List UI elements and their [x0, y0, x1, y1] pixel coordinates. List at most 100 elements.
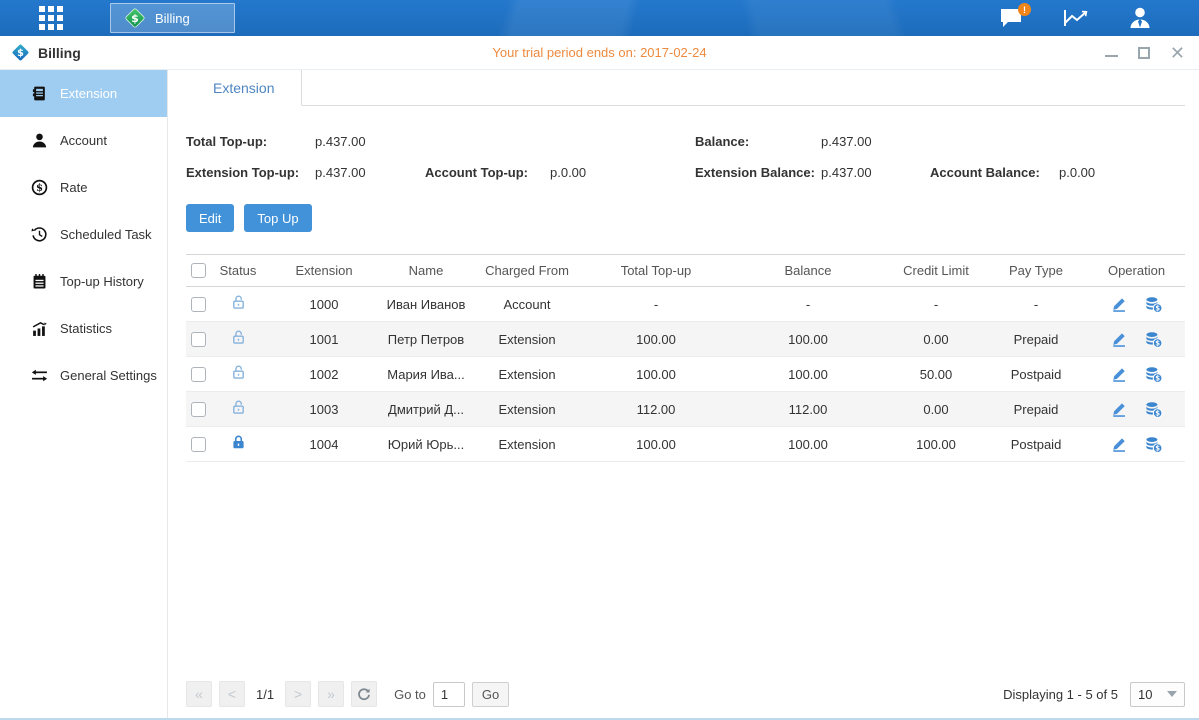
select-all-checkbox[interactable]: [191, 263, 206, 278]
extension-balance-value: p.437.00: [821, 165, 930, 180]
billing-diamond-icon: $: [123, 6, 147, 30]
edit-icon[interactable]: [1110, 331, 1128, 348]
sidebar-item-label: Statistics: [60, 321, 112, 336]
cell-charged-from: Account: [470, 287, 584, 322]
cell-pay-type: -: [984, 287, 1088, 322]
lock-open-icon: [230, 399, 247, 416]
general-settings-icon: [30, 367, 48, 384]
tab-strip: Extension: [186, 70, 1185, 106]
row-checkbox[interactable]: [191, 402, 206, 417]
rate-icon: $: [30, 179, 48, 196]
cell-charged-from: Extension: [470, 357, 584, 392]
cell-total-topup: 100.00: [584, 322, 728, 357]
first-page-button[interactable]: «: [186, 681, 212, 707]
main-panel: Extension Total Top-up: p.437.00 Balance…: [168, 70, 1199, 718]
cell-charged-from: Extension: [470, 427, 584, 462]
sidebar-item-label: Account: [60, 133, 107, 148]
topup-icon[interactable]: $: [1144, 401, 1163, 418]
cell-name: Дмитрий Д...: [382, 392, 470, 427]
topup-icon[interactable]: $: [1144, 331, 1163, 348]
edit-icon[interactable]: [1110, 366, 1128, 383]
cell-name: Юрий Юрь...: [382, 427, 470, 462]
account-balance-value: p.0.00: [1059, 165, 1185, 180]
page-size-select[interactable]: 10: [1130, 682, 1185, 707]
topup-icon[interactable]: $: [1144, 296, 1163, 313]
col-charged-from: Charged From: [470, 255, 584, 287]
top-bar: $ Billing !: [0, 0, 1199, 36]
last-page-button[interactable]: »: [318, 681, 344, 707]
row-checkbox[interactable]: [191, 367, 206, 382]
sidebar-item-rate[interactable]: $ Rate: [0, 164, 167, 211]
row-checkbox[interactable]: [191, 332, 206, 347]
taskbar-tab-billing[interactable]: $ Billing: [110, 3, 235, 33]
balance-label: Balance:: [695, 134, 821, 149]
cell-credit-limit: 50.00: [888, 357, 984, 392]
page-indicator: 1/1: [252, 687, 278, 702]
sidebar-item-general-settings[interactable]: General Settings: [0, 352, 167, 399]
account-topup-label: Account Top-up:: [425, 165, 550, 180]
sidebar-item-label: Extension: [60, 86, 117, 101]
edit-icon[interactable]: [1110, 436, 1128, 453]
sidebar-item-extension[interactable]: Extension: [0, 70, 167, 117]
trial-notice: Your trial period ends on: 2017-02-24: [0, 45, 1199, 60]
cell-balance: 100.00: [728, 357, 888, 392]
cell-name: Иван Иванов: [382, 287, 470, 322]
window-title: Billing: [38, 45, 81, 61]
table-row: 1002Мария Ива...Extension100.00100.0050.…: [186, 357, 1185, 392]
tab-extension[interactable]: Extension: [186, 70, 302, 106]
col-name: Name: [382, 255, 470, 287]
row-checkbox[interactable]: [191, 297, 206, 312]
sidebar-item-scheduled-task[interactable]: Scheduled Task: [0, 211, 167, 258]
cell-credit-limit: -: [888, 287, 984, 322]
col-operation: Operation: [1088, 255, 1185, 287]
col-status: Status: [210, 255, 266, 287]
row-checkbox[interactable]: [191, 437, 206, 452]
topup-icon[interactable]: $: [1144, 436, 1163, 453]
go-button[interactable]: Go: [472, 682, 509, 707]
goto-label: Go to: [394, 687, 426, 702]
edit-button[interactable]: Edit: [186, 204, 234, 232]
edit-icon[interactable]: [1110, 296, 1128, 313]
col-pay-type: Pay Type: [984, 255, 1088, 287]
displaying-text: Displaying 1 - 5 of 5: [1003, 687, 1118, 702]
svg-text:$: $: [1155, 374, 1160, 382]
cell-credit-limit: 100.00: [888, 427, 984, 462]
minimize-button[interactable]: [1105, 49, 1118, 57]
account-icon: [30, 132, 48, 149]
cell-pay-type: Prepaid: [984, 322, 1088, 357]
topup-icon[interactable]: $: [1144, 366, 1163, 383]
extension-icon: [30, 85, 48, 102]
account-topup-value: p.0.00: [550, 165, 695, 180]
refresh-button[interactable]: [351, 681, 377, 707]
title-bar: $ Billing Your trial period ends on: 201…: [0, 36, 1199, 70]
sidebar-item-topup-history[interactable]: Top-up History: [0, 258, 167, 305]
svg-text:$: $: [131, 12, 139, 25]
cell-total-topup: 100.00: [584, 357, 728, 392]
table-row: 1004Юрий Юрь...Extension100.00100.00100.…: [186, 427, 1185, 462]
sidebar-item-statistics[interactable]: Statistics: [0, 305, 167, 352]
maximize-button[interactable]: [1138, 47, 1150, 59]
prev-page-button[interactable]: <: [219, 681, 245, 707]
topup-history-icon: [30, 273, 48, 290]
user-icon[interactable]: [1125, 5, 1155, 31]
app-grid-icon[interactable]: [34, 4, 68, 32]
cell-extension: 1004: [266, 427, 382, 462]
close-button[interactable]: ✕: [1170, 46, 1185, 60]
svg-text:$: $: [1155, 339, 1160, 347]
notification-badge: !: [1018, 3, 1031, 16]
cell-balance: 100.00: [728, 427, 888, 462]
resource-monitor-icon[interactable]: [1061, 5, 1091, 31]
next-page-button[interactable]: >: [285, 681, 311, 707]
pagination-bar: « < 1/1 > » Go to Go Di: [186, 670, 1185, 718]
topup-button[interactable]: Top Up: [244, 204, 311, 232]
cell-extension: 1002: [266, 357, 382, 392]
goto-page-input[interactable]: [433, 682, 465, 707]
scheduled-task-icon: [30, 226, 48, 243]
messages-icon[interactable]: !: [997, 5, 1027, 31]
sidebar-item-account[interactable]: Account: [0, 117, 167, 164]
sidebar: Extension Account $ Rate: [0, 70, 168, 718]
sidebar-item-label: General Settings: [60, 368, 157, 383]
chevron-down-icon: [1167, 691, 1177, 697]
extension-table: Status Extension Name Charged From Total…: [186, 254, 1185, 462]
edit-icon[interactable]: [1110, 401, 1128, 418]
